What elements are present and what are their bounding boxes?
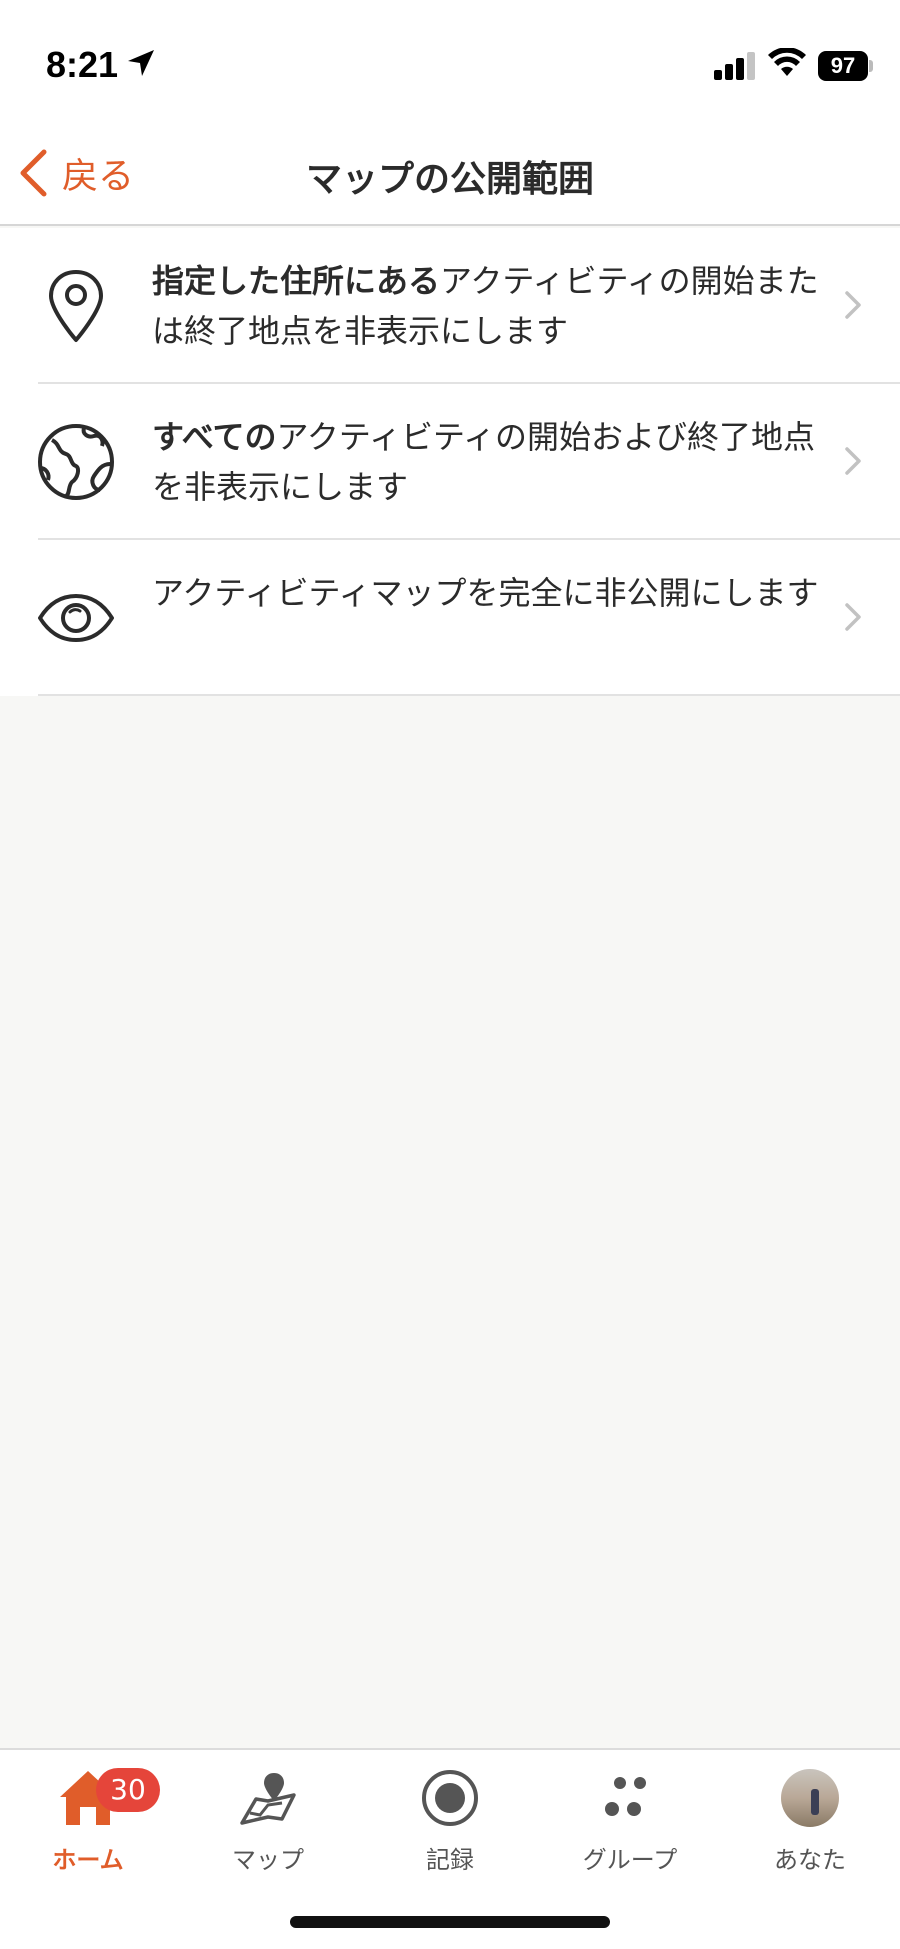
- option-text: アクティビティマップを完全に非公開にします: [152, 568, 822, 618]
- tab-label: あなた: [774, 1846, 846, 1874]
- avatar: [781, 1769, 839, 1827]
- wifi-icon: [768, 48, 806, 76]
- avatar-figure: [811, 1789, 819, 1815]
- notification-badge: 30: [96, 1768, 160, 1812]
- tab-home[interactable]: 30 ホーム: [8, 1764, 168, 1884]
- page-title: マップの公開範囲: [305, 159, 594, 200]
- location-arrow-icon: [128, 50, 154, 76]
- option-bold-text: すべての: [152, 418, 277, 456]
- location-pin-icon: [49, 270, 103, 342]
- eye-icon: [38, 594, 114, 642]
- chevron-right-icon: [845, 447, 861, 475]
- signal-icon: [714, 52, 755, 80]
- battery-tip: [869, 60, 873, 72]
- tab-map[interactable]: マップ: [188, 1764, 348, 1884]
- tab-label: 記録: [426, 1846, 474, 1874]
- chevron-right-icon: [845, 603, 861, 631]
- status-time: 8:21: [46, 44, 119, 85]
- home-indicator: [290, 1916, 610, 1928]
- tab-label: グループ: [582, 1846, 678, 1874]
- divider: [38, 694, 900, 696]
- battery-icon: 97: [818, 51, 868, 81]
- nav-bar: 戻る マップの公開範囲: [0, 120, 900, 226]
- option-bold-text: 指定した住所にある: [152, 262, 441, 300]
- groups-icon: [600, 1764, 660, 1832]
- avatar-wrapper: [781, 1764, 839, 1832]
- option-hide-all-start-end[interactable]: すべてのアクティビティの開始および終了地点を非表示にします: [0, 384, 900, 540]
- option-normal-text: アクティビティマップを完全に非公開にします: [152, 574, 819, 612]
- option-text: すべてのアクティビティの開始および終了地点を非表示にします: [152, 412, 822, 512]
- tab-you[interactable]: あなた: [730, 1764, 890, 1884]
- tab-groups[interactable]: グループ: [550, 1764, 710, 1884]
- tab-label: ホーム: [52, 1846, 124, 1874]
- record-icon: [420, 1764, 480, 1832]
- status-bar: 8:21 97: [0, 0, 900, 120]
- option-text: 指定した住所にあるアクティビティの開始または終了地点を非表示にします: [152, 256, 822, 356]
- chevron-right-icon: [845, 291, 861, 319]
- tab-record[interactable]: 記録: [370, 1764, 530, 1884]
- option-hide-entire-map[interactable]: アクティビティマップを完全に非公開にします: [0, 540, 900, 696]
- tab-label: マップ: [232, 1846, 304, 1874]
- map-icon: [238, 1764, 298, 1832]
- option-hide-specific-address[interactable]: 指定した住所にあるアクティビティの開始または終了地点を非表示にします: [0, 228, 900, 384]
- privacy-options-list: 指定した住所にあるアクティビティの開始または終了地点を非表示にします すべてのア…: [0, 228, 900, 696]
- globe-icon: [38, 424, 114, 500]
